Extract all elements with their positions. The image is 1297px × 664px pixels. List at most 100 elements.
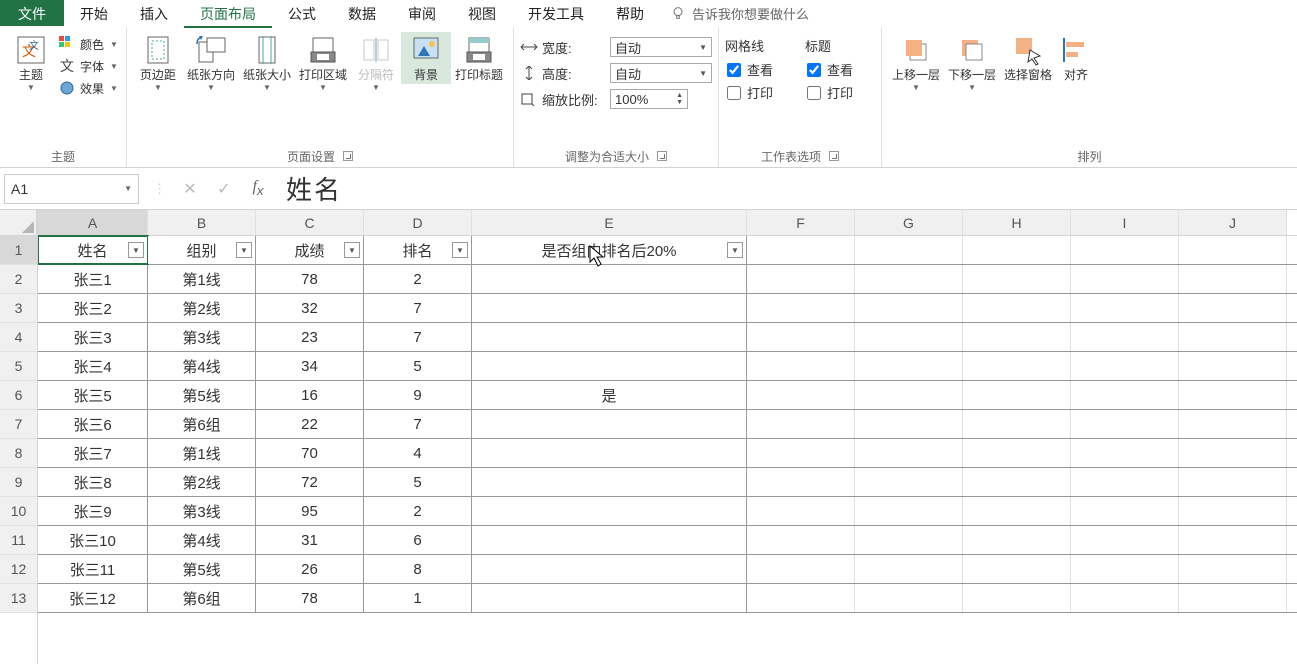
cell[interactable]: 张三7 <box>38 439 148 467</box>
cell[interactable] <box>1179 439 1287 467</box>
cell[interactable] <box>855 468 963 496</box>
cell[interactable]: 7 <box>364 294 472 322</box>
cell[interactable]: 第6组 <box>148 584 256 612</box>
cell[interactable]: 2 <box>364 265 472 293</box>
width-field[interactable]: 宽度: 自动▼ <box>520 36 712 58</box>
tell-me-search[interactable]: 告诉我你想要做什么 <box>660 0 819 26</box>
cell[interactable]: 8 <box>364 555 472 583</box>
tab-home[interactable]: 开始 <box>64 0 124 26</box>
gridlines-view-check[interactable]: 查看 <box>725 59 795 80</box>
cell[interactable] <box>1179 526 1287 554</box>
file-tab[interactable]: 文件 <box>0 0 64 26</box>
cell[interactable] <box>747 584 855 612</box>
tab-data[interactable]: 数据 <box>332 0 392 26</box>
cell[interactable] <box>1071 497 1179 525</box>
row-header-6[interactable]: 6 <box>0 381 37 410</box>
cell[interactable] <box>855 352 963 380</box>
cell[interactable]: 张三12 <box>38 584 148 612</box>
cell[interactable] <box>1179 584 1287 612</box>
select-all-corner[interactable] <box>0 210 37 236</box>
cell[interactable] <box>855 381 963 409</box>
cell[interactable] <box>855 497 963 525</box>
cell[interactable]: 2 <box>364 497 472 525</box>
row-header-7[interactable]: 7 <box>0 410 37 439</box>
cell[interactable] <box>1179 265 1287 293</box>
column-header-J[interactable]: J <box>1179 210 1287 235</box>
cell[interactable]: 9 <box>364 381 472 409</box>
cell[interactable]: 是 <box>472 381 747 409</box>
cell[interactable]: 第4线 <box>148 526 256 554</box>
cell[interactable] <box>963 381 1071 409</box>
cell[interactable]: 34 <box>256 352 364 380</box>
cell[interactable]: 张三5 <box>38 381 148 409</box>
cell[interactable] <box>855 294 963 322</box>
cell[interactable]: 22 <box>256 410 364 438</box>
cell[interactable] <box>747 294 855 322</box>
cell[interactable] <box>1179 410 1287 438</box>
cell[interactable] <box>855 236 963 264</box>
cell[interactable]: 张三8 <box>38 468 148 496</box>
column-header-E[interactable]: E <box>472 210 747 235</box>
cell[interactable]: 张三2 <box>38 294 148 322</box>
filter-button[interactable]: ▼ <box>128 242 144 258</box>
cell[interactable]: 第4线 <box>148 352 256 380</box>
column-header-C[interactable]: C <box>256 210 364 235</box>
cell[interactable]: 第1线 <box>148 265 256 293</box>
cancel-button[interactable]: ✕ <box>180 179 200 199</box>
cell[interactable] <box>747 323 855 351</box>
cell[interactable] <box>855 526 963 554</box>
cell[interactable] <box>747 555 855 583</box>
column-header-D[interactable]: D <box>364 210 472 235</box>
selection-pane-button[interactable]: 选择窗格 <box>1000 32 1056 84</box>
cell[interactable]: 张三4 <box>38 352 148 380</box>
cell[interactable] <box>855 555 963 583</box>
cell[interactable] <box>1071 410 1179 438</box>
row-header-2[interactable]: 2 <box>0 265 37 294</box>
cell[interactable]: 70 <box>256 439 364 467</box>
cell[interactable]: 95 <box>256 497 364 525</box>
cell[interactable] <box>1071 439 1179 467</box>
cell[interactable]: 组别▼ <box>148 236 256 264</box>
cell[interactable] <box>472 265 747 293</box>
row-header-3[interactable]: 3 <box>0 294 37 323</box>
cell[interactable] <box>1071 555 1179 583</box>
cell[interactable]: 第3线 <box>148 323 256 351</box>
filter-button[interactable]: ▼ <box>727 242 743 258</box>
cell[interactable]: 78 <box>256 265 364 293</box>
column-header-H[interactable]: H <box>963 210 1071 235</box>
scale-launcher[interactable] <box>657 151 667 161</box>
cell[interactable]: 第2线 <box>148 294 256 322</box>
cell[interactable]: 31 <box>256 526 364 554</box>
cell[interactable]: 第3线 <box>148 497 256 525</box>
cell[interactable]: 张三11 <box>38 555 148 583</box>
cell[interactable]: 第5线 <box>148 381 256 409</box>
cell[interactable] <box>963 265 1071 293</box>
cell[interactable] <box>472 323 747 351</box>
fonts-button[interactable]: 文 字体▼ <box>56 56 120 76</box>
colors-button[interactable]: 颜色▼ <box>56 34 120 54</box>
cell[interactable]: 5 <box>364 468 472 496</box>
cell[interactable] <box>747 439 855 467</box>
cell[interactable] <box>963 294 1071 322</box>
scale-field[interactable]: 缩放比例: 100% ▲▼ <box>520 88 688 110</box>
enter-button[interactable]: ✓ <box>214 179 234 199</box>
column-header-B[interactable]: B <box>148 210 256 235</box>
cell[interactable]: 7 <box>364 410 472 438</box>
bring-forward-button[interactable]: 上移一层▼ <box>888 32 944 94</box>
cell[interactable] <box>855 323 963 351</box>
cell[interactable] <box>1179 468 1287 496</box>
column-header-F[interactable]: F <box>747 210 855 235</box>
cell[interactable] <box>1071 381 1179 409</box>
fx-button[interactable]: fx <box>248 178 268 198</box>
cell[interactable] <box>1071 526 1179 554</box>
cell[interactable]: 第5线 <box>148 555 256 583</box>
cell[interactable] <box>963 323 1071 351</box>
tab-view[interactable]: 视图 <box>452 0 512 26</box>
cell[interactable]: 32 <box>256 294 364 322</box>
orientation-button[interactable]: 纸张方向▼ <box>183 32 239 94</box>
cell[interactable]: 5 <box>364 352 472 380</box>
cell[interactable]: 成绩▼ <box>256 236 364 264</box>
row-header-11[interactable]: 11 <box>0 526 37 555</box>
cell[interactable] <box>472 439 747 467</box>
cell[interactable] <box>472 468 747 496</box>
